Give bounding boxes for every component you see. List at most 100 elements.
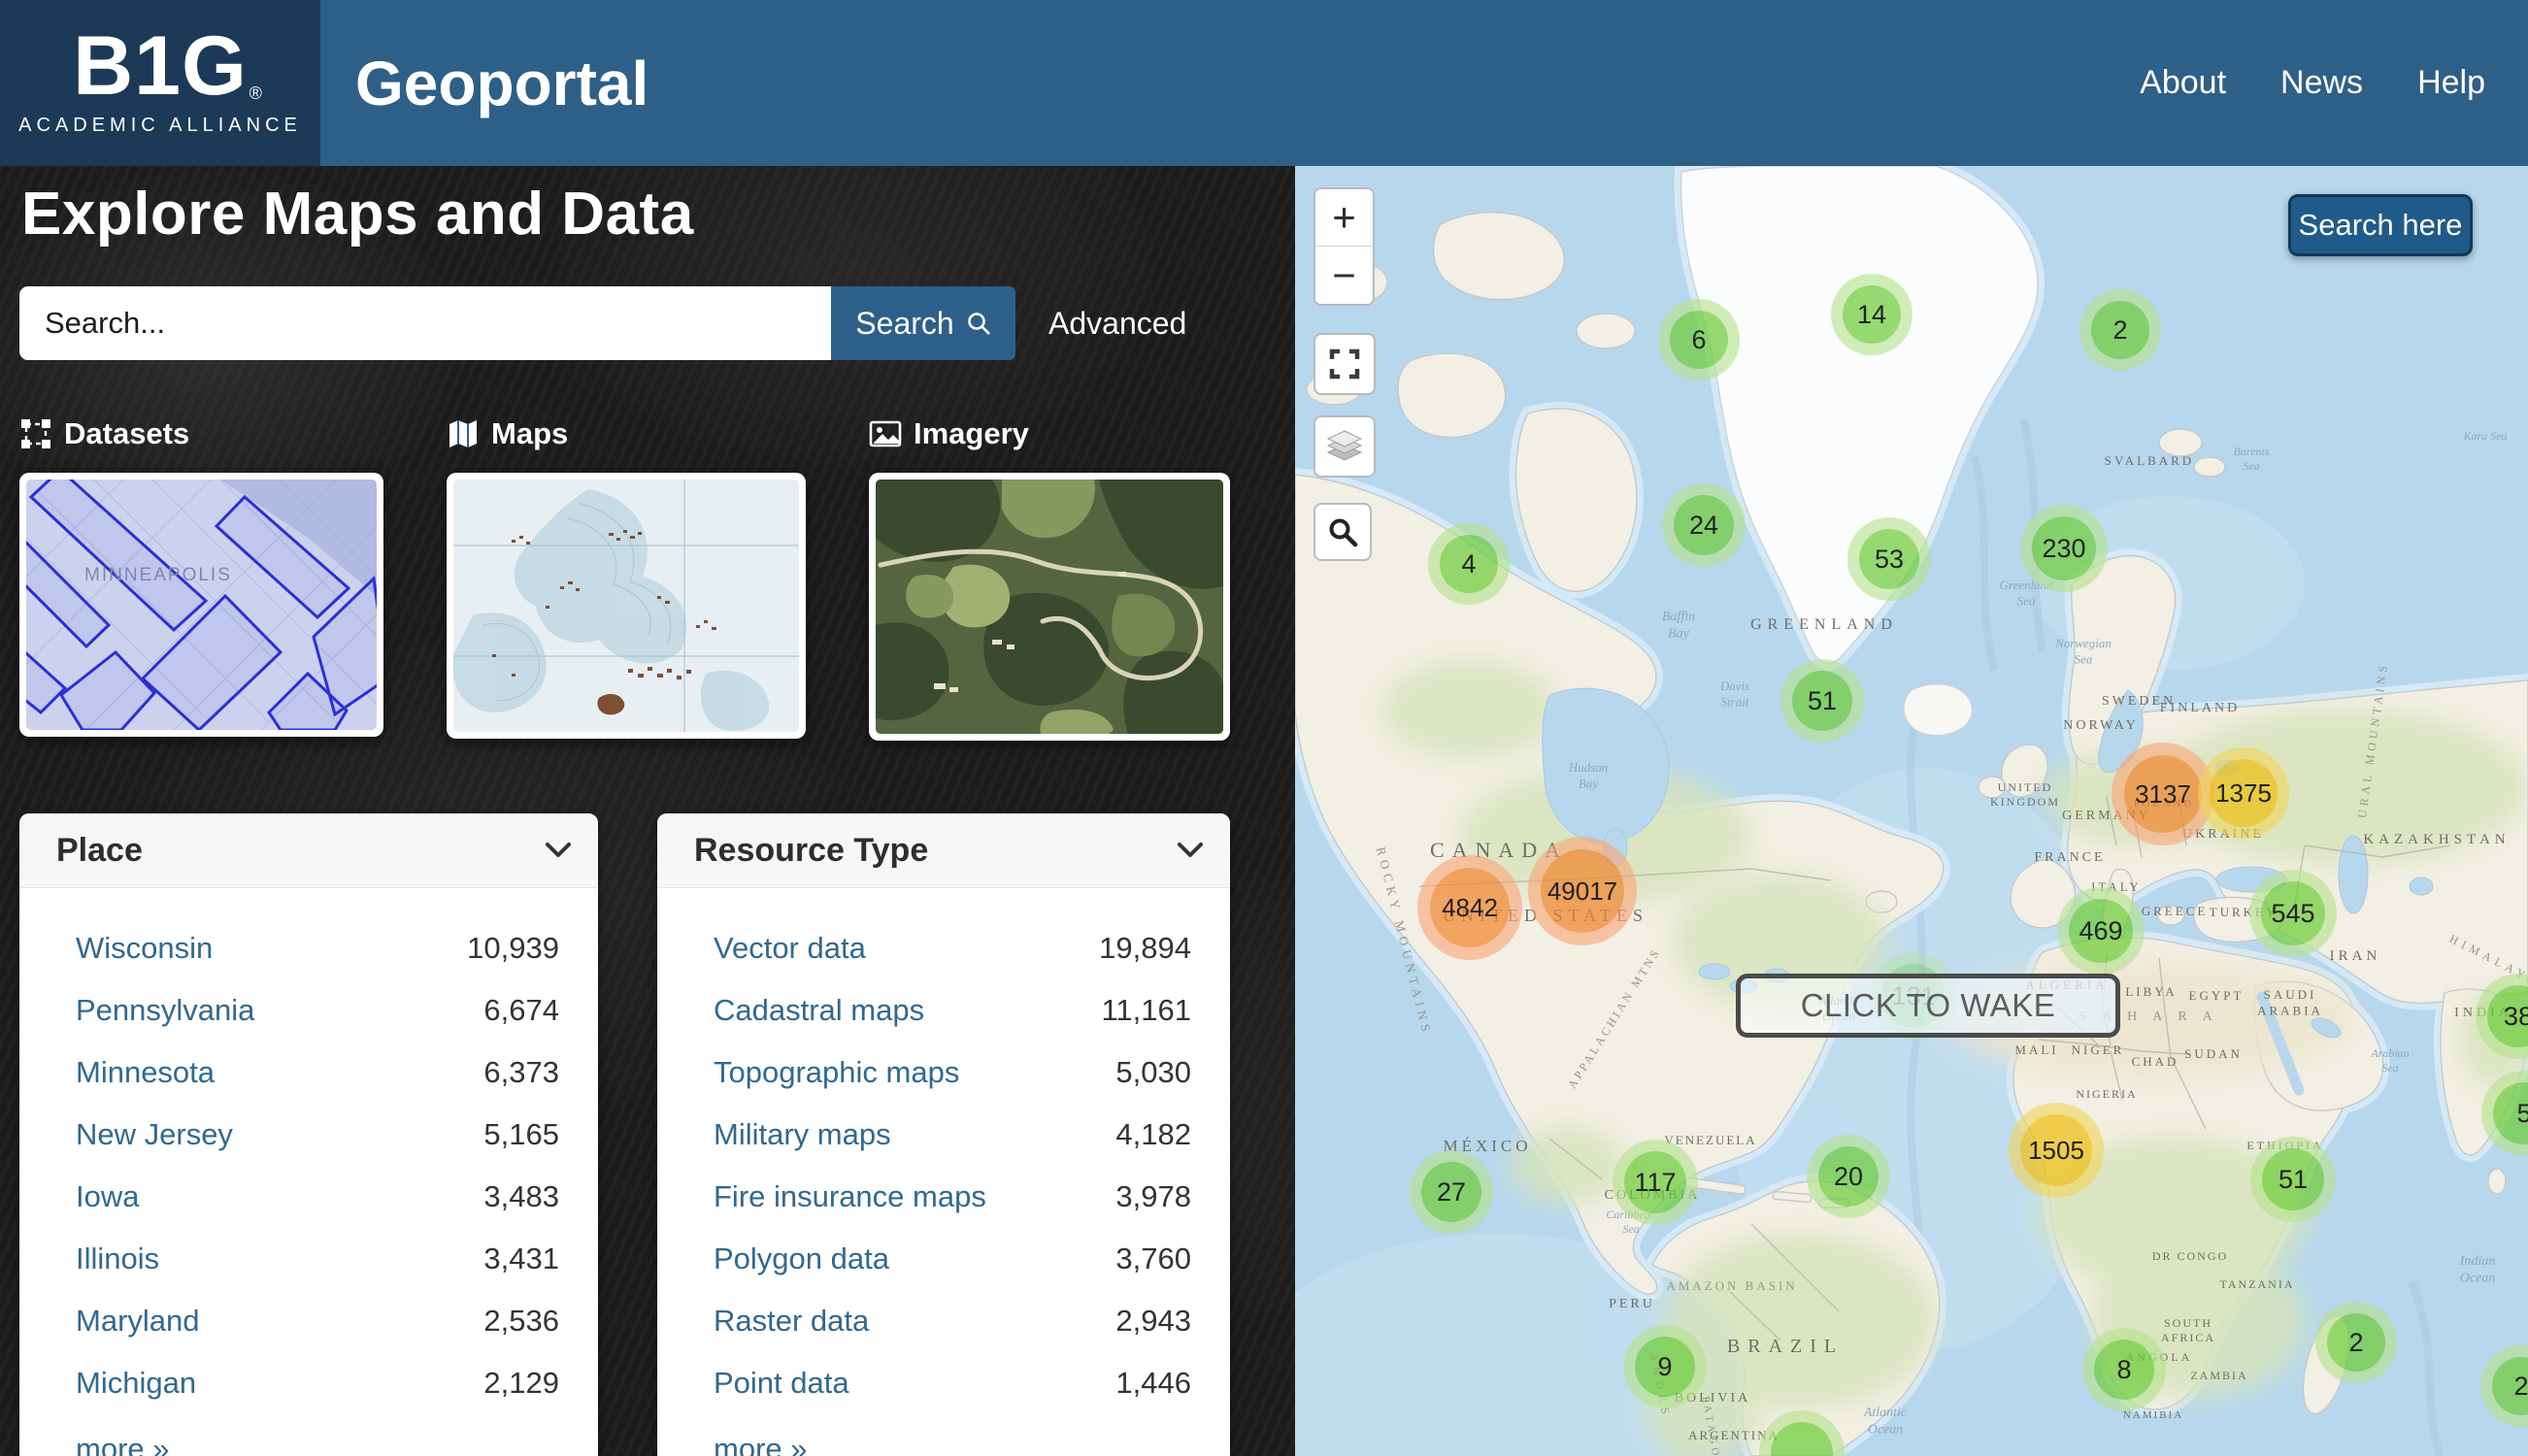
map-search-icon	[1327, 516, 1358, 547]
map-cluster-marker[interactable]: 27	[1421, 1162, 1481, 1222]
search-here-button[interactable]: Search here	[2288, 194, 2473, 256]
advanced-search-link[interactable]: Advanced	[1048, 306, 1186, 342]
map-cluster-marker[interactable]: 14	[1843, 285, 1901, 344]
map-cluster-marker[interactable]	[1771, 1422, 1833, 1456]
maps-thumbnail-art	[453, 480, 799, 732]
facet-value-link[interactable]: Wisconsin	[76, 931, 213, 966]
nav-about-link[interactable]: About	[2140, 64, 2226, 102]
facet-resource-type-more-link[interactable]: more »	[714, 1432, 1191, 1456]
map-wake-overlay[interactable]: CLICK TO WAKE	[1736, 974, 2120, 1038]
map-cluster-marker[interactable]: 2	[2492, 1357, 2528, 1415]
category-imagery-link[interactable]: Imagery	[869, 416, 1230, 451]
map-cluster-marker[interactable]: 5	[2493, 1082, 2528, 1144]
facet-row: Cadastral maps11,161	[714, 979, 1191, 1042]
facet-resource-type-body: Vector data 19,894 Cadastral maps11,161 Top…	[657, 888, 1230, 1456]
search-button[interactable]: Search	[831, 286, 1015, 360]
facet-count: 6,373	[483, 1055, 559, 1090]
facet-value-link[interactable]: Michigan	[76, 1366, 196, 1401]
big-ten-logo[interactable]: B1G® ACADEMIC ALLIANCE	[0, 0, 320, 166]
map-cluster-marker[interactable]: 6	[1670, 311, 1728, 369]
layers-button[interactable]	[1314, 415, 1376, 478]
facet-row: Point data 1,446	[714, 1352, 1191, 1414]
map-cluster-marker[interactable]: 1375	[2210, 759, 2278, 827]
facet-value-link[interactable]: Maryland	[76, 1304, 200, 1339]
search-input[interactable]	[19, 286, 831, 360]
facet-value-link[interactable]: Polygon data	[714, 1241, 889, 1276]
map-cluster-marker[interactable]: 51	[1792, 671, 1852, 731]
map-pane[interactable]: CANADAUNITED STATESMÉXICOCOLOMBIAVENEZUE…	[1295, 166, 2528, 1456]
map-cluster-marker[interactable]: 4842	[1430, 868, 1510, 947]
category-imagery: Imagery	[869, 416, 1230, 741]
map-cluster-marker[interactable]: 3137	[2124, 755, 2202, 833]
map-cluster-marker[interactable]: 51	[2262, 1148, 2324, 1210]
facet-place-title: Place	[56, 832, 143, 870]
map-cluster-marker[interactable]: 24	[1674, 495, 1734, 555]
facet-value-link[interactable]: Fire insurance maps	[714, 1179, 986, 1214]
map-cluster-marker[interactable]: 545	[2261, 881, 2325, 945]
category-maps-label: Maps	[491, 416, 568, 451]
map-cluster-marker[interactable]: 4	[1440, 535, 1498, 593]
facet-value-link[interactable]: Pennsylvania	[76, 993, 254, 1028]
facet-count: 5,165	[483, 1117, 559, 1152]
facet-row: Pennsylvania 6,674	[76, 979, 559, 1042]
category-maps-link[interactable]: Maps	[447, 416, 806, 451]
imagery-thumbnail[interactable]	[869, 473, 1230, 741]
datasets-thumbnail[interactable]: MINNEAPOLIS	[19, 473, 383, 737]
facet-count: 19,894	[1099, 931, 1191, 966]
cluster-layer: 6142424532305131371375484249017469545131…	[1295, 166, 2528, 1456]
zoom-in-button[interactable]: +	[1315, 189, 1373, 247]
facet-place-more-link[interactable]: more »	[76, 1432, 559, 1456]
nav-help-link[interactable]: Help	[2417, 64, 2485, 102]
facet-count: 6,674	[483, 993, 559, 1028]
zoom-out-button[interactable]: −	[1315, 247, 1373, 304]
facet-value-link[interactable]: Vector data	[714, 931, 866, 966]
facet-count: 3,483	[483, 1179, 559, 1214]
map-cluster-marker[interactable]: 8	[2094, 1340, 2154, 1400]
facet-value-link[interactable]: Illinois	[76, 1241, 159, 1276]
facet-place-header[interactable]: Place	[19, 813, 598, 888]
facet-place-body: Wisconsin10,939Pennsylvania6,674Minnesot…	[19, 888, 598, 1456]
facet-value-link[interactable]: Iowa	[76, 1179, 139, 1214]
map-cluster-marker[interactable]: 9	[1635, 1337, 1695, 1397]
category-datasets-link[interactable]: Datasets	[19, 416, 383, 451]
facet-value-link[interactable]: Point data	[714, 1366, 849, 1401]
map-cluster-marker[interactable]: 230	[2032, 516, 2096, 580]
map-cluster-marker[interactable]: 20	[1818, 1146, 1879, 1207]
facet-row: Fire insurance maps3,978	[714, 1166, 1191, 1228]
category-datasets-label: Datasets	[64, 416, 189, 451]
imagery-thumbnail-art	[876, 480, 1223, 734]
facet-row: Michigan2,129	[76, 1352, 559, 1414]
fullscreen-button[interactable]	[1314, 333, 1376, 395]
map-cluster-marker[interactable]: 2	[2091, 301, 2149, 359]
map-cluster-marker[interactable]: 38	[2487, 985, 2528, 1047]
map-cluster-marker[interactable]: 117	[1624, 1151, 1686, 1213]
facet-resource-type-header[interactable]: Resource Type	[657, 813, 1230, 888]
facet-row: Military maps4,182	[714, 1104, 1191, 1166]
facet-count: 1,446	[1115, 1366, 1191, 1401]
chevron-down-icon	[546, 843, 571, 858]
facet-count: 3,431	[483, 1241, 559, 1276]
map-cluster-marker[interactable]: 1505	[2020, 1114, 2092, 1186]
map-search-button[interactable]	[1314, 503, 1372, 561]
facet-value-link[interactable]: Military maps	[714, 1117, 891, 1152]
explore-panel: Explore Maps and Data Search Advanced Da…	[0, 166, 1295, 1456]
facet-value-link[interactable]: Topographic maps	[714, 1055, 959, 1090]
map-cluster-marker[interactable]: 49017	[1541, 849, 1624, 933]
map-cluster-marker[interactable]: 469	[2069, 899, 2133, 963]
facet-value-link[interactable]: New Jersey	[76, 1117, 233, 1152]
search-button-label: Search	[855, 306, 953, 342]
facet-value-link[interactable]: Minnesota	[76, 1055, 215, 1090]
map-cluster-marker[interactable]: 53	[1859, 529, 1919, 589]
facet-row: Iowa 3,483	[76, 1166, 559, 1228]
maps-thumbnail[interactable]	[447, 473, 806, 739]
nav-news-link[interactable]: News	[2280, 64, 2363, 102]
thumbnail-city-label: MINNEAPOLIS	[84, 565, 232, 585]
facet-value-link[interactable]: Raster data	[714, 1304, 869, 1339]
facet-row: Polygon data3,760	[714, 1228, 1191, 1290]
facet-row: Vector data 19,894	[714, 917, 1191, 979]
registered-mark: ®	[249, 85, 263, 101]
explore-heading: Explore Maps and Data	[21, 180, 694, 248]
page-title: Geoportal	[355, 48, 649, 119]
facet-value-link[interactable]: Cadastral maps	[714, 993, 924, 1028]
map-cluster-marker[interactable]: 2	[2327, 1313, 2385, 1372]
